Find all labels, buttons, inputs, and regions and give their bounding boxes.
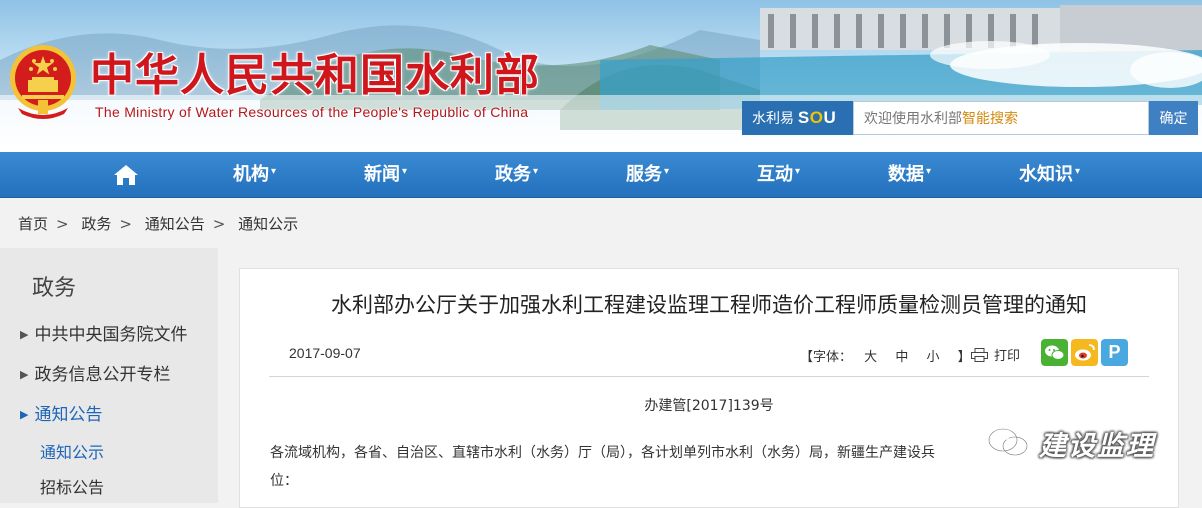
search-brand-u: U	[823, 108, 837, 127]
national-emblem-logo	[10, 45, 76, 119]
print-button[interactable]: 打印	[971, 345, 1020, 364]
caret-right-icon: ▶	[20, 408, 29, 421]
font-size-close-bracket: 】	[957, 350, 971, 365]
nav-item-label: 数据	[888, 164, 924, 185]
chevron-down-icon: ▾	[664, 166, 670, 177]
search-input[interactable]: 欢迎使用水利部智能搜索 ⚙	[853, 101, 1149, 135]
nav-item-label: 水知识	[1019, 164, 1073, 185]
sidebar: 政务 ▶ 中共中央国务院文件 ▶ 政务信息公开专栏 ▶ 通知公告 通知公示 招标公告	[0, 248, 218, 503]
font-size-large-button[interactable]: 大	[864, 350, 877, 365]
breadcrumb-zhengwu[interactable]: 政务	[81, 215, 111, 233]
site-subtitle: The Ministry of Water Resources of the P…	[95, 104, 529, 120]
sidebar-item-label: 中共中央国务院文件	[34, 325, 188, 345]
breadcrumb-home[interactable]: 首页	[18, 215, 48, 233]
nav-item-shuju[interactable]: 数据 ▾	[888, 152, 931, 198]
search-brand-prefix: 水利易	[752, 110, 794, 126]
pengyou-share-icon[interactable]: P	[1101, 339, 1128, 366]
wechat-watermark-icon	[987, 427, 1029, 457]
breadcrumb-separator: >	[212, 215, 226, 233]
chevron-down-icon: ▾	[795, 166, 801, 177]
article-panel: 水利部办公厅关于加强水利工程建设监理工程师造价工程师质量检测员管理的通知 201…	[239, 268, 1179, 508]
font-size-small-button[interactable]: 小	[926, 350, 939, 365]
wechat-share-icon[interactable]	[1041, 339, 1068, 366]
nav-item-shuizhishi[interactable]: 水知识 ▾	[1019, 152, 1080, 198]
nav-item-label: 互动	[757, 164, 793, 185]
search-placeholder-text: 欢迎使用水利部	[864, 110, 962, 126]
article-body-line: 位：	[270, 473, 298, 489]
weibo-share-icon[interactable]	[1071, 339, 1098, 366]
chevron-down-icon: ▾	[533, 166, 539, 177]
chevron-down-icon: ▾	[271, 166, 277, 177]
sidebar-item-zhongyang-wenjian[interactable]: ▶ 中共中央国务院文件	[20, 320, 187, 345]
article-title: 水利部办公厅关于加强水利工程建设监理工程师造价工程师质量检测员管理的通知	[331, 293, 1087, 317]
article-date: 2017-09-07	[289, 345, 361, 361]
home-icon[interactable]	[113, 164, 139, 186]
watermark: 建设监理	[985, 424, 1155, 463]
search-submit-button[interactable]: 确定	[1149, 101, 1198, 135]
font-size-medium-button[interactable]: 中	[895, 350, 908, 365]
nav-item-hudong[interactable]: 互动 ▾	[757, 152, 800, 198]
nav-item-label: 新闻	[364, 164, 400, 185]
sidebar-item-label: 政务信息公开专栏	[34, 365, 171, 385]
printer-icon	[971, 348, 988, 362]
article-doc-number: 办建管[2017]139号	[644, 398, 774, 414]
nav-item-label: 服务	[626, 164, 662, 185]
breadcrumb-separator: >	[119, 215, 132, 233]
sidebar-item-zhengwu-xinxi[interactable]: ▶ 政务信息公开专栏	[20, 360, 170, 385]
search-placeholder-highlight: 智能搜索	[962, 110, 1018, 126]
main-nav: 机构 ▾ 新闻 ▾ 政务 ▾ 服务 ▾ 互动 ▾ 数据 ▾ 水知识 ▾	[0, 152, 1202, 198]
search-bar: 水利易 SOU 欢迎使用水利部智能搜索 ⚙ 确定	[742, 101, 1198, 135]
site-title: 中华人民共和国水利部	[90, 50, 540, 101]
chevron-down-icon: ▾	[1075, 166, 1081, 177]
article-divider	[269, 376, 1149, 377]
breadcrumb-separator: >	[56, 215, 69, 233]
search-brand-o: O	[809, 108, 824, 127]
nav-item-jigou[interactable]: 机构 ▾	[233, 152, 276, 198]
sidebar-item-label: 通知公告	[34, 405, 103, 425]
breadcrumb: 首页 > 政务 > 通知公告 > 通知公示	[0, 198, 1202, 248]
watermark-text: 建设监理	[1039, 431, 1155, 462]
site-banner: 中华人民共和国水利部 The Ministry of Water Resourc…	[0, 0, 1202, 152]
chevron-down-icon: ▾	[926, 166, 932, 177]
sidebar-item-tongzhigonggao[interactable]: ▶ 通知公告	[20, 400, 102, 425]
nav-item-label: 机构	[233, 164, 269, 185]
breadcrumb-tongzhigongshi[interactable]: 通知公示	[238, 215, 298, 233]
chevron-down-icon: ▾	[402, 166, 408, 177]
nav-item-zhengwu[interactable]: 政务 ▾	[495, 152, 538, 198]
print-label: 打印	[994, 349, 1021, 364]
sidebar-title: 政务	[32, 276, 77, 301]
nav-item-xinwen[interactable]: 新闻 ▾	[364, 152, 407, 198]
breadcrumb-tongzhigonggao[interactable]: 通知公告	[145, 215, 205, 233]
sidebar-subitem-tongzhigongshi[interactable]: 通知公示	[40, 439, 104, 463]
search-brand-s: S	[797, 108, 810, 127]
nav-item-fuwu[interactable]: 服务 ▾	[626, 152, 669, 198]
nav-item-label: 政务	[495, 164, 531, 185]
font-size-label: 【字体：	[800, 350, 853, 365]
font-size-control: 【字体： 大 中 小 】	[800, 346, 979, 365]
caret-right-icon: ▶	[20, 328, 29, 341]
search-brand-logo: 水利易 SOU	[742, 101, 853, 135]
caret-right-icon: ▶	[20, 368, 29, 381]
sidebar-subitem-zhaobiaogonggao[interactable]: 招标公告	[40, 474, 104, 498]
